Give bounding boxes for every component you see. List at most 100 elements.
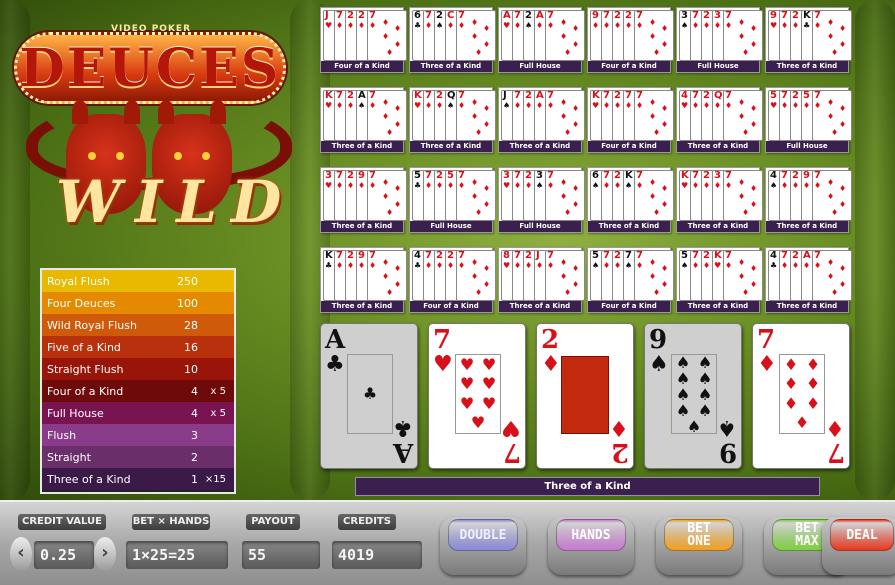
mini-card-pip-icon: ♦ xyxy=(572,120,580,129)
mini-card-rank: 9 xyxy=(358,170,365,181)
credit-decrease-arrow-icon[interactable]: ‹ xyxy=(10,537,32,571)
mini-card-pip-icon: ♦ xyxy=(572,264,580,273)
playing-card[interactable]: 7 ♥ 7 ♥ ♥ ♥ ♥ ♥ ♥ ♥ ♥ xyxy=(428,323,526,469)
mini-card-pip-icon: ♦ xyxy=(394,40,402,49)
mini-card-pip-icon: ♦ xyxy=(831,48,839,57)
mini-card-rank: 7 xyxy=(814,90,821,101)
mini-card-rank: 7 xyxy=(636,90,643,101)
mini-card-rank: 7 xyxy=(425,250,432,261)
card-pip-icon: ♥ xyxy=(481,354,497,374)
mini-card-suit-icon: ♦ xyxy=(458,101,466,110)
mini-card-rank: K xyxy=(714,250,722,261)
mini-card-pip-icon: ♦ xyxy=(653,288,661,297)
mini-card: 7 ♦ ♦ ♦ ♦ ♦ ♦ xyxy=(812,170,852,221)
playing-card[interactable]: 9 ♠ 9 ♠ ♠ ♠ ♠ ♠ ♠ ♠ ♠ ♠ ♠ xyxy=(644,323,742,469)
paytable-hand-name: Four of a Kind xyxy=(47,384,124,398)
mini-card-suit-icon: ♦ xyxy=(692,101,700,110)
mini-card-pip-icon: ♦ xyxy=(742,128,750,137)
mini-hand: 5 ♠ 7 ♦ 2 ♦ 7 ♠ 7 ♦ ♦ ♦ ♦ ♦ ♦ Four of a Kind xyxy=(587,247,674,313)
mini-card-suit-icon: ♦ xyxy=(792,21,800,30)
deal-button[interactable]: DEAL xyxy=(822,517,895,575)
mini-card-suit-icon: ♦ xyxy=(603,21,611,30)
mini-card-pip-icon: ♦ xyxy=(572,104,580,113)
paytable-payout: 250 xyxy=(177,274,198,288)
mini-card-pip-icon: ♦ xyxy=(382,32,390,41)
mini-hand-result: Four of a Kind xyxy=(588,301,670,312)
mini-card-suit-icon: ♦ xyxy=(347,181,355,190)
mini-card: 7 ♦ ♦ ♦ ♦ ♦ ♦ xyxy=(545,250,585,301)
mini-card-suit-icon: ♥ xyxy=(325,21,333,30)
mini-card-suit-icon: ♠ xyxy=(625,261,633,270)
mini-card-rank: 2 xyxy=(703,10,710,21)
mini-card-suit-icon: ♦ xyxy=(458,181,466,190)
mini-card-suit-icon: ♦ xyxy=(536,261,544,270)
paytable-row: Straight 2 xyxy=(42,446,234,468)
mini-card-pip-icon: ♦ xyxy=(382,98,390,107)
mini-card-rank: A xyxy=(503,10,511,21)
double-button[interactable]: DOUBLE xyxy=(440,517,526,575)
mini-card-suit-icon: ♥ xyxy=(503,181,511,190)
mini-card-suit-icon: ♦ xyxy=(547,181,555,190)
paytable-row: Four of a Kind 4 x 5 xyxy=(42,380,234,402)
mini-card-pip-icon: ♦ xyxy=(661,104,669,113)
mini-card-pip-icon: ♦ xyxy=(471,272,479,281)
mini-card-rank: 2 xyxy=(614,170,621,181)
mini-card-suit-icon: ♦ xyxy=(792,101,800,110)
mini-card-suit-icon: ♠ xyxy=(536,181,544,190)
mini-card-pip-icon: ♦ xyxy=(572,184,580,193)
paytable-multiplier: x 5 xyxy=(210,385,226,397)
mini-card: 7 ♦ ♦ ♦ ♦ ♦ ♦ xyxy=(545,90,585,141)
mini-card-suit-icon: ♦ xyxy=(525,181,533,190)
mini-card: 7 ♦ ♦ ♦ ♦ ♦ ♦ xyxy=(634,250,674,301)
mini-card-pip-icon: ♦ xyxy=(649,258,657,267)
game-table: VIDEO POKER DEUCES WILD Royal Flush 250 Fo… xyxy=(0,0,895,500)
credit-increase-arrow-icon[interactable]: › xyxy=(94,537,116,571)
mini-card-rank: 2 xyxy=(614,10,621,21)
double-button-label[interactable]: DOUBLE xyxy=(448,519,518,551)
playing-card[interactable]: A ♣ A ♣ ♣ xyxy=(320,323,418,469)
bet-one-button-label[interactable]: BET ONE xyxy=(664,519,734,551)
mini-card-suit-icon: ♦ xyxy=(436,261,444,270)
mini-card-suit-icon: ♦ xyxy=(725,261,733,270)
mini-card-pip-icon: ♦ xyxy=(738,18,746,27)
playing-card[interactable]: 7 ♦ 7 ♦ ♦ ♦ ♦ ♦ ♦ ♦ ♦ xyxy=(752,323,850,469)
mini-card-rank: 7 xyxy=(425,90,432,101)
credit-value-display: 0.25 xyxy=(34,541,94,569)
card-rank: 7 xyxy=(757,325,776,355)
paytable-multiplier: x 5 xyxy=(210,407,226,419)
bet-one-button[interactable]: BET ONE xyxy=(656,517,742,575)
mini-card-suit-icon: ♦ xyxy=(803,261,811,270)
mini-card-suit-icon: ♦ xyxy=(692,181,700,190)
mini-card-suit-icon: ♣ xyxy=(414,181,422,190)
mini-card-rank: K xyxy=(325,250,333,261)
mini-card-rank: 7 xyxy=(814,10,821,21)
mini-card-pip-icon: ♦ xyxy=(649,272,657,281)
paytable-hand-name: Four Deuces xyxy=(47,296,116,310)
mini-card-pip-icon: ♦ xyxy=(839,24,847,33)
deal-button-label[interactable]: DEAL xyxy=(830,519,894,551)
mini-hand-result: Four of a Kind xyxy=(321,61,403,72)
mini-hand: 9 ♥ 7 ♦ 2 ♦ K ♣ 7 ♦ ♦ ♦ ♦ ♦ ♦ Three of a Kind xyxy=(765,7,852,73)
mini-hand: 3 ♥ 7 ♦ 2 ♦ 9 ♦ 7 ♦ ♦ ♦ ♦ ♦ ♦ Three of a Kind xyxy=(320,167,407,233)
mini-card-pip-icon: ♦ xyxy=(738,112,746,121)
paytable-hand-name: Straight xyxy=(47,450,91,464)
mini-card-rank: 2 xyxy=(347,90,354,101)
mini-card-suit-icon: ♦ xyxy=(725,21,733,30)
mini-card-pip-icon: ♦ xyxy=(564,208,572,217)
hands-button[interactable]: HANDS xyxy=(548,517,634,575)
mini-card-rank: 7 xyxy=(814,170,821,181)
mini-card-suit-icon: ♣ xyxy=(803,21,811,30)
hands-button-label[interactable]: HANDS xyxy=(556,519,626,551)
mini-card-pip-icon: ♦ xyxy=(564,48,572,57)
mini-card-pip-icon: ♦ xyxy=(742,288,750,297)
paytable-payout: 4 xyxy=(191,384,198,398)
mini-card-suit-icon: ♠ xyxy=(447,101,455,110)
mini-card-rank: 7 xyxy=(603,10,610,21)
paytable: Royal Flush 250 Four Deuces 100 Wild Royal F… xyxy=(40,268,236,494)
mini-card-rank: Q xyxy=(447,90,456,101)
mini-card-pip-icon: ♦ xyxy=(564,128,572,137)
mini-card-rank: 7 xyxy=(781,170,788,181)
playing-card[interactable]: 2 ♦ 2 ♦ xyxy=(536,323,634,469)
mini-card-pip-icon: ♦ xyxy=(475,128,483,137)
mini-hand-result: Three of a Kind xyxy=(766,221,848,232)
